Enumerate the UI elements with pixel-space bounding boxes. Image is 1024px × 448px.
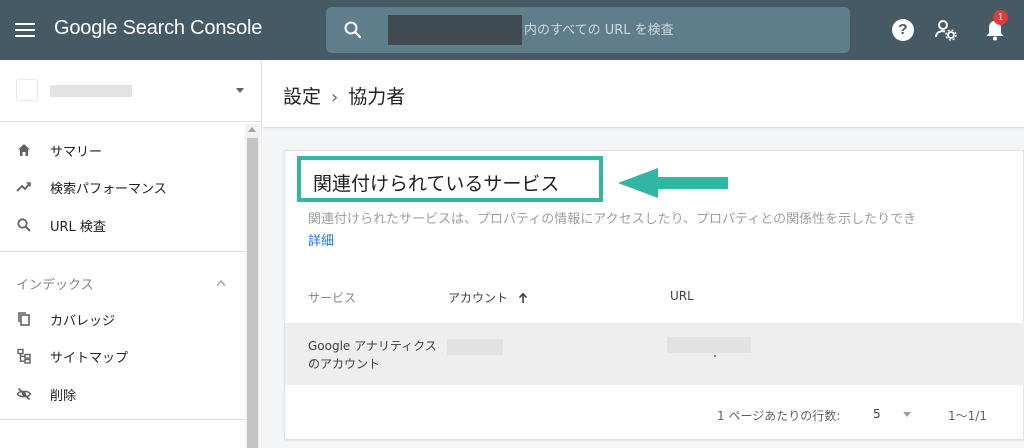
sidebar-item-removals[interactable]: 削除 [0, 376, 244, 412]
menu-icon[interactable] [12, 19, 38, 41]
column-header-url: URL [670, 289, 694, 303]
top-app-bar: Google Search Console ? 1 [0, 0, 1024, 60]
pagination-range: 1～1/1 [948, 409, 987, 423]
rows-per-page-select[interactable]: 5 [873, 404, 921, 424]
property-selector[interactable] [0, 60, 261, 122]
sidebar-item-coverage[interactable]: カバレッジ [0, 301, 244, 337]
redacted-url-mark [714, 355, 716, 357]
rows-per-page-label: 1 ページあたりの行数: [717, 409, 841, 423]
breadcrumb: 設定 › 協力者 [283, 82, 405, 109]
index-section-title: インデックス [16, 278, 94, 293]
sidebar-scrollbar-thumb[interactable] [247, 138, 258, 448]
search-icon [344, 21, 362, 39]
column-header-account-label: アカウント [448, 291, 509, 305]
coverage-icon [18, 312, 30, 326]
redacted-property-label [50, 85, 132, 97]
associated-services-card: 関連付けられているサービス 関連付けられたサービスは、プロパティの情報にアクセス… [284, 150, 1024, 440]
sidebar-divider [0, 419, 244, 420]
sidebar-item-label: URL 検査 [50, 220, 106, 235]
column-header-account[interactable]: アカウント [448, 289, 528, 306]
breadcrumb-settings[interactable]: 設定 [283, 86, 321, 108]
learn-more-link[interactable]: 詳細 [308, 230, 334, 249]
sidebar-item-summary[interactable]: サマリー [0, 132, 244, 168]
rows-per-page-value: 5 [873, 407, 881, 421]
app-title[interactable]: Google Search Console [54, 17, 262, 40]
main-content: 設定 › 協力者 関連付けられているサービス 関連付けられたサービスは、プロパティの… [263, 60, 1024, 448]
sidebar-item-url-inspection[interactable]: URL 検査 [0, 207, 244, 243]
sitemap-icon [17, 348, 31, 364]
card-description: 関連付けられたサービスは、プロパティの情報にアクセスしたり、プロパティとの関係性… [308, 212, 917, 227]
redacted-property-name [388, 15, 522, 45]
card-title: 関連付けられているサービス [297, 156, 603, 202]
sort-ascending-icon [518, 292, 527, 303]
index-section-header[interactable]: インデックス [16, 274, 228, 296]
user-settings-icon[interactable] [932, 16, 960, 44]
service-name: Google アナリティクスのアカウント [308, 339, 437, 371]
property-favicon [16, 79, 38, 101]
url-inspect-search[interactable] [326, 7, 850, 53]
breadcrumb-separator: › [331, 87, 339, 108]
sidebar-item-label: 削除 [50, 389, 77, 404]
home-icon [18, 144, 30, 156]
chevron-down-icon [903, 412, 911, 417]
sidebar: サマリー 検索パフォーマンス URL 検査 インデックス カバレッジ サイトマッ… [0, 60, 262, 448]
chevron-down-icon [236, 88, 244, 93]
notification-badge: 1 [993, 10, 1008, 25]
help-icon[interactable]: ? [889, 16, 917, 44]
column-header-service: サービス [308, 291, 357, 305]
sidebar-divider [0, 251, 244, 252]
breadcrumb-current: 協力者 [348, 86, 406, 108]
search-icon [17, 218, 31, 232]
sidebar-item-performance[interactable]: 検索パフォーマンス [0, 169, 244, 205]
removals-icon [16, 387, 32, 401]
url-inspect-input[interactable] [524, 15, 824, 45]
scroll-up-arrow[interactable] [248, 127, 256, 132]
redacted-url [667, 337, 751, 353]
table-row[interactable]: Google アナリティクスのアカウント [285, 323, 1024, 385]
sidebar-item-label: 検索パフォーマンス [50, 182, 167, 197]
callout-arrow [618, 168, 728, 198]
trending-icon [16, 182, 31, 192]
sidebar-item-label: カバレッジ [50, 314, 116, 329]
redacted-account [447, 339, 503, 355]
sidebar-item-sitemaps[interactable]: サイトマップ [0, 338, 244, 374]
sidebar-item-label: サイトマップ [50, 351, 129, 366]
page-header: 設定 › 協力者 [263, 60, 1024, 128]
chevron-up-icon [216, 279, 226, 286]
sidebar-item-label: サマリー [50, 145, 103, 160]
